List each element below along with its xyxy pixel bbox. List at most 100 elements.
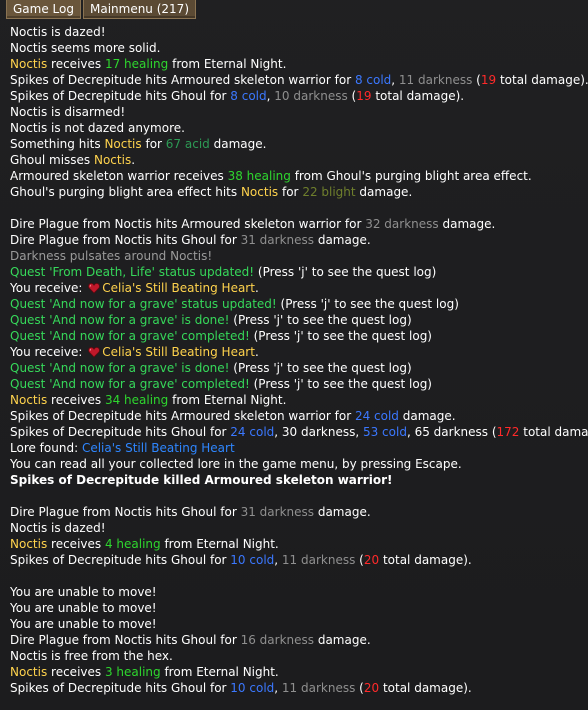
log-text-segment: Spikes of Decrepitude hits Ghoul for (10, 553, 231, 567)
log-line: Quest 'And now for a grave' completed! (… (10, 328, 588, 344)
log-text-segment: (Press 'j' to see the quest log) (229, 313, 412, 327)
log-text-segment: receives (47, 393, 105, 407)
log-text-segment: from Ghoul's purging blight area effect. (290, 169, 532, 183)
game-log-window: Game Log Mainmenu (217) Noctis is dazed!… (0, 0, 588, 710)
log-line: Quest 'And now for a grave' status updat… (10, 296, 588, 312)
log-line: Armoured skeleton warrior receives 38 he… (10, 168, 588, 184)
log-blank-line (10, 200, 588, 216)
log-text-segment: 16 darkness (240, 633, 315, 647)
log-line: Noctis is dazed! (10, 520, 588, 536)
log-text-segment: damage. (398, 409, 456, 423)
log-text-segment: from Eternal Night. (160, 665, 279, 679)
log-line: Spikes of Decrepitude hits Ghoul for 10 … (10, 552, 588, 568)
log-text-segment: ( (355, 553, 364, 567)
heart-icon (88, 282, 101, 294)
log-text-segment: Ghoul misses (10, 153, 94, 167)
log-text-segment: Lore found: (10, 441, 82, 455)
log-text-segment: 10 darkness (274, 89, 348, 103)
log-line: Spikes of Decrepitude hits Armoured skel… (10, 408, 588, 424)
log-text-segment: total damage). (371, 89, 465, 103)
log-text-segment: (Press 'j' to see the quest log) (249, 329, 432, 343)
log-text-segment: ( (355, 681, 364, 695)
log-text-segment: Noctis is free from the hex. (10, 649, 173, 663)
log-text-segment: ( (488, 425, 497, 439)
log-line: Spikes of Decrepitude killed Armoured sk… (10, 472, 588, 488)
log-text-segment: Spikes of Decrepitude hits Ghoul for (10, 425, 231, 439)
log-line: Noctis is disarmed! (10, 104, 588, 120)
log-text-segment: Noctis is disarmed! (10, 105, 126, 119)
log-line: Lore found: Celia's Still Beating Heart (10, 440, 588, 456)
log-text-segment: Spikes of Decrepitude hits Ghoul for (10, 681, 231, 695)
log-text-segment: , (274, 553, 282, 567)
log-line: Spikes of Decrepitude hits Ghoul for 24 … (10, 424, 588, 440)
log-text-segment: 34 healing (104, 393, 169, 407)
log-line: Quest 'And now for a grave' is done! (Pr… (10, 312, 588, 328)
log-text-segment: total damage). (379, 553, 472, 567)
log-text-segment: You are unable to move! (10, 617, 157, 631)
log-text-segment: 53 cold (362, 425, 407, 439)
log-text-segment: receives (47, 665, 105, 679)
log-text-segment: Quest 'And now for a grave' is done! (10, 361, 230, 375)
log-text-segment: Darkness pulsates around Noctis! (10, 249, 213, 263)
log-text-segment: Dire Plague from Noctis hits Ghoul for (10, 505, 241, 519)
tab-game-log[interactable]: Game Log (6, 0, 81, 19)
log-text-segment: Noctis seems more solid. (10, 41, 161, 55)
log-line: Spikes of Decrepitude hits Ghoul for 10 … (10, 680, 588, 696)
log-text-segment: damage. (314, 633, 371, 647)
log-text-segment: Something hits (10, 137, 105, 151)
log-text-segment: Noctis (10, 665, 48, 679)
log-line: Dire Plague from Noctis hits Armoured sk… (10, 216, 588, 232)
log-text-segment: 24 cold (354, 409, 399, 423)
log-text-segment: ( (472, 73, 481, 87)
heart-icon (88, 346, 101, 358)
log-line: Noctis receives 34 healing from Eternal … (10, 392, 588, 408)
log-line: Ghoul misses Noctis. (10, 152, 588, 168)
log-text-segment: total damage). (523, 425, 588, 439)
game-log-list[interactable]: Noctis is dazed! Noctis seems more solid.… (10, 24, 588, 696)
log-text-segment: Armoured skeleton warrior receives (10, 169, 228, 183)
log-text-segment: 4 healing (104, 537, 161, 551)
log-text-segment: Noctis (104, 137, 142, 151)
log-line: You are unable to move! (10, 600, 588, 616)
log-text-segment: Noctis (240, 185, 279, 199)
log-text-segment: Noctis (10, 393, 48, 407)
log-line: You can read all your collected lore in … (10, 456, 588, 472)
log-line: Dire Plague from Noctis hits Ghoul for 3… (10, 504, 588, 520)
log-text-segment: damage. (314, 505, 371, 519)
log-text-segment: 8 cold (354, 73, 392, 87)
log-line: You are unable to move! (10, 616, 588, 632)
log-line: Dire Plague from Noctis hits Ghoul for 1… (10, 632, 588, 648)
tab-mainmenu[interactable]: Mainmenu (217) (82, 0, 196, 19)
log-text-segment: 11 darkness (281, 681, 356, 695)
log-text-segment: 19 (480, 73, 497, 87)
log-line: Dire Plague from Noctis hits Ghoul for 3… (10, 232, 588, 248)
log-text-segment: damage. (355, 185, 413, 199)
log-text-segment: 32 darkness (365, 217, 439, 231)
log-text-segment: You receive: (10, 281, 87, 295)
log-line: You are unable to move! (10, 584, 588, 600)
log-line: Quest 'From Death, Life' status updated!… (10, 264, 588, 280)
log-text-segment: 31 darkness (240, 505, 315, 519)
log-text-segment: Celia's Still Beating Heart (102, 281, 255, 295)
log-text-segment: Ghoul's purging blight area effect hits (10, 185, 241, 199)
log-line: Noctis receives 4 healing from Eternal N… (10, 536, 588, 552)
log-text-segment: 3 healing (104, 665, 161, 679)
log-text-segment: , (391, 73, 399, 87)
log-line: Noctis receives 3 healing from Eternal N… (10, 664, 588, 680)
log-text-segment: Noctis is not dazed anymore. (10, 121, 185, 135)
log-line: Noctis is dazed! (10, 24, 588, 40)
log-line: Quest 'And now for a grave' is done! (Pr… (10, 360, 588, 376)
log-line: Noctis is free from the hex. (10, 648, 588, 664)
log-text-segment: 17 healing (104, 57, 169, 71)
log-line: Quest 'And now for a grave' completed! (… (10, 376, 588, 392)
log-text-segment: Dire Plague from Noctis hits Ghoul for (10, 633, 241, 647)
log-text-segment: damage. (438, 217, 496, 231)
log-text-segment: total damage). (379, 681, 472, 695)
log-text-segment: Quest 'And now for a grave' status updat… (10, 297, 277, 311)
log-text-segment: . (254, 345, 259, 359)
log-line: Noctis seems more solid. (10, 40, 588, 56)
log-text-segment: for (141, 137, 166, 151)
log-text-segment: Noctis is dazed! (10, 25, 106, 39)
log-text-segment: You are unable to move! (10, 601, 157, 615)
log-text-segment: Noctis (10, 537, 48, 551)
